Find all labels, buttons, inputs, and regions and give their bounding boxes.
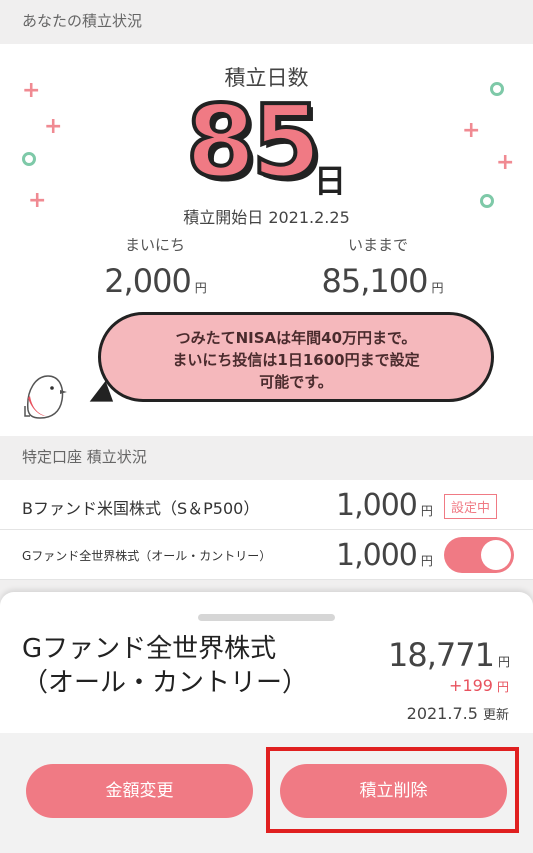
start-date: 積立開始日 2021.2.25 [183, 208, 350, 227]
fund-diff: +199 円 [449, 676, 509, 695]
info-bubble: つみたてNISAは年間40万円まで。 まいにち投信は1日1600円まで設定 可能… [98, 312, 494, 402]
summary-card: + + + + + 積立日数 85 日 積立開始日 2021.2.25 まいにち… [0, 44, 533, 436]
plus-icon: + [44, 114, 63, 139]
plus-icon: + [496, 150, 515, 175]
daily-amount: 2,000 円 [55, 262, 255, 300]
account-amount-value: 1,000 [336, 488, 418, 523]
accounts-list: Bファンド米国株式（S＆P500） 1,000 円 設定中 Gファンド全世界株式（… [0, 480, 533, 580]
sheet-drag-handle[interactable] [198, 614, 335, 621]
days-count: 85 [184, 83, 323, 200]
yen-unit: 円 [194, 281, 207, 295]
yen-unit: 円 [431, 281, 443, 295]
accounts-header: 特定口座 積立状況 [0, 436, 533, 480]
account-row[interactable]: Gファンド全世界株式（オール・カントリー） 1,000 円 [0, 530, 533, 580]
account-name: Gファンド全世界株式（オール・カントリー） [22, 549, 272, 563]
bubble-line: まいにち投信は1日1600円まで設定 [172, 351, 420, 369]
bubble-line: 可能です。 [259, 373, 333, 391]
account-toggle[interactable] [444, 537, 514, 573]
fund-name: Gファンド全世界株式 （オール・カントリー） [22, 632, 308, 700]
change-amount-button[interactable]: 金額変更 [26, 764, 253, 818]
bird-icon [24, 375, 67, 419]
yen-unit: 円 [420, 554, 433, 568]
fund-diff-amount: +199 [449, 676, 493, 695]
fund-name-line: （オール・カントリー） [22, 668, 309, 698]
fund-updated-suffix: 更新 [482, 708, 509, 723]
status-badge: 設定中 [444, 494, 498, 519]
fund-value: 18,771 円 [388, 636, 510, 674]
fund-updated-date: 2021.7.5 [406, 704, 478, 723]
ring-icon [22, 152, 36, 166]
total-amount: 85,100 円 [282, 262, 482, 300]
highlight-box [266, 747, 519, 833]
total-amount-value: 85,100 [321, 262, 429, 300]
footer-actions: 金額変更 積立削除 [0, 733, 533, 853]
toggle-knob [481, 540, 511, 570]
account-amount: 1,000 円 [336, 538, 433, 573]
yen-unit: 円 [497, 655, 510, 669]
days-unit: 日 [314, 162, 347, 200]
daily-amount-value: 2,000 [104, 262, 192, 300]
account-amount: 1,000 円 [336, 488, 433, 523]
plus-icon: + [462, 118, 481, 143]
account-amount-value: 1,000 [336, 538, 418, 573]
summary-header: あなたの積立状況 [0, 0, 533, 44]
yen-unit: 円 [420, 504, 433, 518]
yen-unit: 円 [496, 680, 509, 694]
account-row[interactable]: Bファンド米国株式（S＆P500） 1,000 円 設定中 [0, 480, 533, 530]
fund-updated: 2021.7.5 更新 [407, 704, 509, 723]
daily-label: まいにち [124, 236, 185, 254]
fund-value-amount: 18,771 [388, 636, 495, 674]
fund-name-line: Gファンド全世界株式 [22, 634, 277, 664]
total-label: いままで [347, 236, 408, 254]
bubble-line: つみたてNISAは年間40万円まで。 [175, 329, 417, 347]
account-name: Bファンド米国株式（S＆P500） [22, 499, 260, 518]
